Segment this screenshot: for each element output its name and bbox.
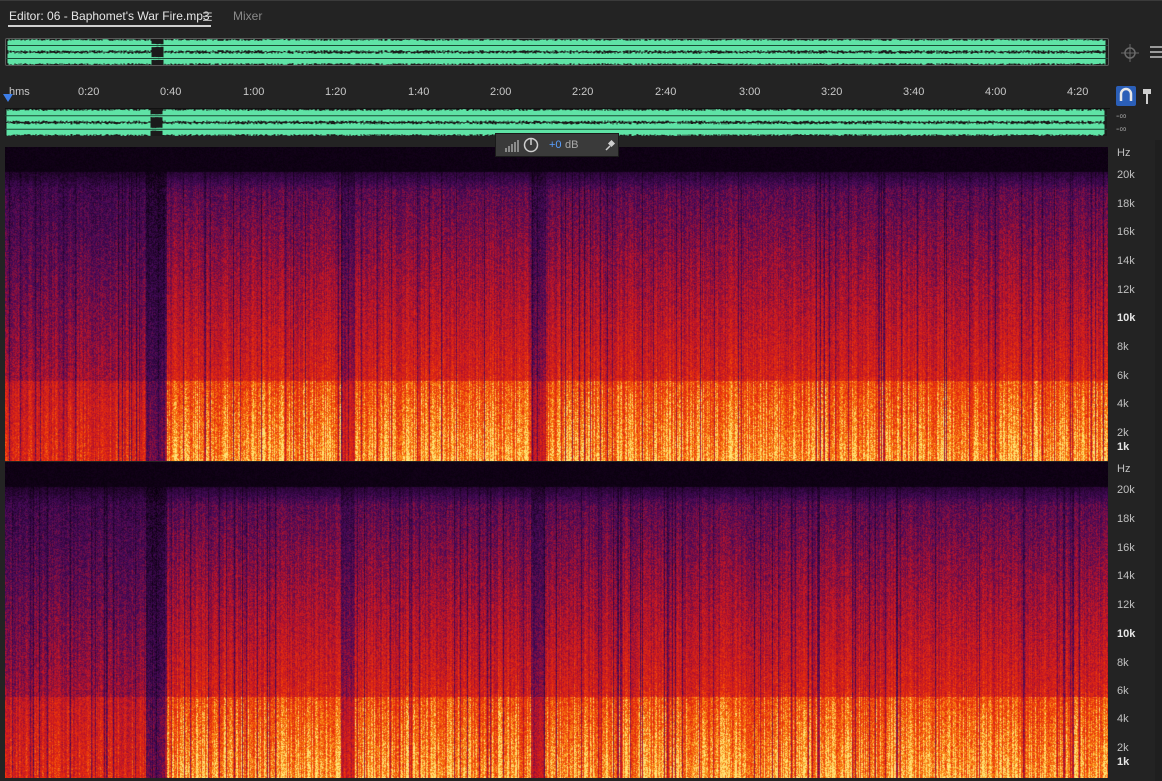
spectrogram-channel-1[interactable] [5,147,1108,461]
ruler-tick: 3:40 [903,86,925,98]
mini-waveform[interactable] [5,109,1107,136]
ruler-tick: 3:20 [821,86,843,98]
gain-unit: dB [565,139,579,151]
tab-mixer[interactable]: Mixer [233,9,262,23]
freq-unit: Hz [1117,147,1131,159]
freq-label: 16k [1117,226,1135,238]
freq-label: 20k [1117,169,1135,181]
freq-label: 2k [1117,742,1129,754]
freq-label: 12k [1117,599,1135,611]
freq-label: 6k [1117,370,1129,382]
freq-label: 10k [1117,628,1136,640]
freq-label: 14k [1117,255,1135,267]
ruler-tick: 2:20 [572,86,594,98]
ruler-tick: 4:00 [985,86,1007,98]
panel-menu-icon[interactable] [1148,42,1162,62]
zoom-navigator-icon[interactable] [1119,42,1141,64]
time-ruler[interactable]: hms 0:20 0:40 1:00 1:20 1:40 2:00 2:20 2… [5,83,1110,109]
ruler-tick: 3:00 [739,86,761,98]
freq-label: 1k [1117,441,1130,453]
freq-label: 4k [1117,398,1129,410]
channel-1-level: -∞ [1116,111,1127,122]
active-tab-indicator [8,25,211,27]
freq-label: 18k [1117,513,1135,525]
freq-label: 12k [1117,284,1135,296]
hamburger-icon[interactable]: ☰ [202,10,213,24]
freq-label: 6k [1117,685,1129,697]
ruler-tick: 2:00 [490,86,512,98]
ruler-tick: 0:40 [160,86,182,98]
freq-label: 16k [1117,542,1135,554]
ruler-tick: 0:20 [78,86,100,98]
freq-label: 8k [1117,657,1129,669]
gain-value[interactable]: +0 [549,139,562,151]
pin-icon[interactable] [604,139,616,151]
playhead-marker[interactable] [3,94,13,102]
vertical-scrollbar[interactable] [1155,140,1162,781]
freq-label: 1k [1117,756,1130,768]
marker-icon[interactable] [1141,86,1153,106]
channel-2-level: -∞ [1116,124,1127,135]
ruler-tick: 1:00 [243,86,265,98]
spectrogram-channel-2[interactable] [5,462,1108,778]
freq-label: 18k [1117,198,1135,210]
freq-label: 4k [1117,713,1129,725]
overview-waveform[interactable] [5,38,1109,66]
freq-unit: Hz [1117,463,1131,475]
snap-toggle-button[interactable] [1116,86,1136,106]
freq-label: 10k [1117,312,1136,324]
freq-label: 20k [1117,484,1135,496]
gain-knob-icon[interactable] [523,137,539,153]
ruler-tick: 4:20 [1067,86,1089,98]
gain-hud[interactable]: +0 dB [495,133,619,157]
level-meter-icon [504,139,520,152]
freq-label: 2k [1117,427,1129,439]
freq-label: 14k [1117,570,1135,582]
freq-label: 8k [1117,341,1129,353]
tab-editor[interactable]: Editor: 06 - Baphomet's War Fire.mp3 [9,9,210,23]
ruler-tick: 1:40 [408,86,430,98]
ruler-tick: 1:20 [325,86,347,98]
ruler-tick: 2:40 [655,86,677,98]
